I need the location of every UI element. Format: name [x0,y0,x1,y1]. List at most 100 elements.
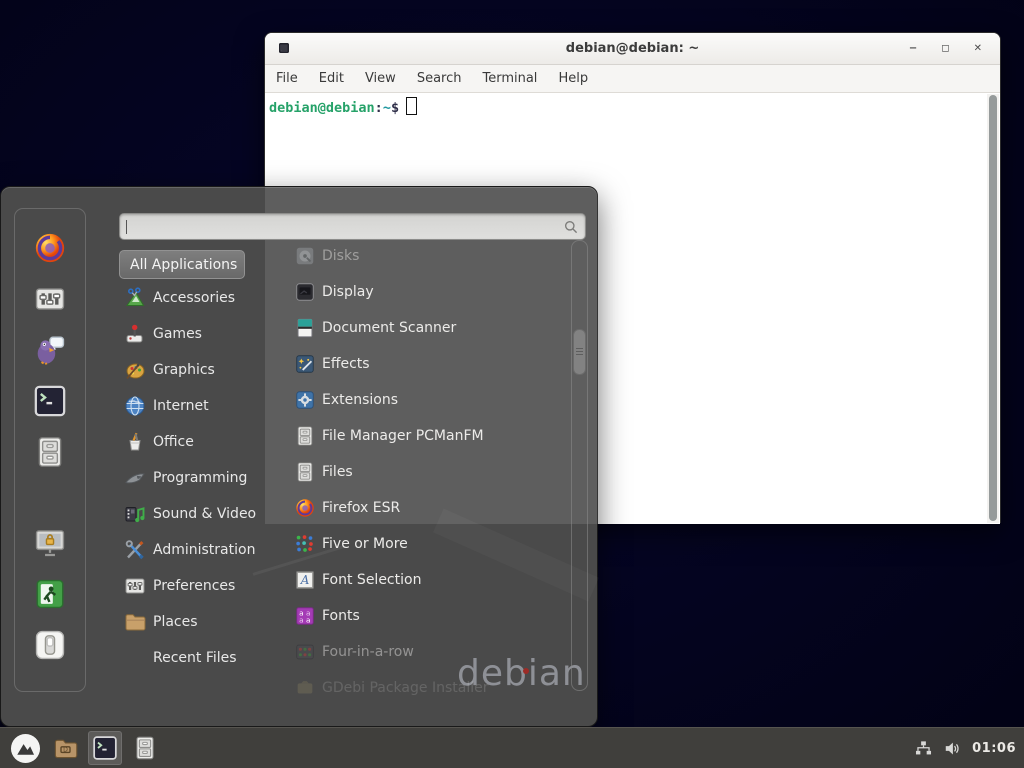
five-or-more-icon [294,533,316,555]
network-icon[interactable] [914,739,933,758]
category-label: Recent Files [153,650,237,666]
app-five-or-more[interactable]: Five or More [282,526,567,562]
app-files[interactable]: Files [282,454,567,490]
screen: debian@debian: ~ − ◻ ✕ File Edit View Se… [0,0,1024,768]
close-icon[interactable]: ✕ [974,44,982,54]
app-extensions[interactable]: Extensions [282,382,567,418]
category-programming[interactable]: Programming [119,460,269,496]
app-label: Fonts [322,608,360,624]
search-input[interactable] [129,219,563,234]
minimize-icon[interactable]: − [909,44,917,54]
category-label: Preferences [153,578,235,594]
favorite-terminal-icon[interactable] [33,384,67,418]
favorite-logout-icon[interactable] [33,577,67,611]
category-administration[interactable]: Administration [119,532,269,568]
app-label: Font Selection [322,572,421,588]
four-in-a-row-icon [294,641,316,663]
effects-icon [294,353,316,375]
clock[interactable]: 01:06 [972,741,1016,756]
desktop-folder-launcher[interactable]: D [48,731,82,765]
app-disks[interactable]: Disks [282,238,567,274]
category-label: Internet [153,398,209,414]
category-graphics[interactable]: Graphics [119,352,269,388]
menu-help[interactable]: Help [558,71,588,86]
app-firefox-esr[interactable]: Firefox ESR [282,490,567,526]
gdebi-icon [294,677,316,699]
places-icon [123,610,147,634]
app-label: Effects [322,356,370,372]
terminal-cursor [406,97,417,115]
category-list: All Applications Accessories [119,250,269,676]
terminal-icon [92,735,118,761]
preferences-icon [123,574,147,598]
favorite-settings-icon[interactable] [33,282,67,316]
category-label: Office [153,434,194,450]
app-fonts[interactable]: a a a a Fonts [282,598,567,634]
prompt-path: ~ [383,100,391,116]
category-label: All Applications [130,257,237,273]
category-sound-video[interactable]: Sound & Video [119,496,269,532]
menu-file[interactable]: File [276,71,298,86]
favorite-files-icon[interactable] [33,435,67,469]
games-icon [123,322,147,346]
application-list: Disks Display Do [282,238,567,706]
app-font-selection[interactable]: A Font Selection [282,562,567,598]
category-preferences[interactable]: Preferences [119,568,269,604]
menu-edit[interactable]: Edit [319,71,344,86]
menu-button[interactable] [8,731,42,765]
svg-text:D: D [63,746,68,753]
volume-icon[interactable] [943,739,962,758]
app-four-in-a-row[interactable]: Four-in-a-row [282,634,567,670]
svg-text:a: a [306,615,311,624]
app-gdebi-package-installer[interactable]: GDebi Package Installer [282,670,567,706]
extensions-icon [294,389,316,411]
files-launcher[interactable] [128,731,162,765]
window-controls: − ◻ ✕ [909,33,982,64]
category-label: Programming [153,470,247,486]
terminal-titlebar[interactable]: debian@debian: ~ − ◻ ✕ [265,33,1000,65]
menu-view[interactable]: View [365,71,396,86]
menu-scrollbar-thumb[interactable] [573,329,586,375]
category-label: Accessories [153,290,235,306]
terminal-scrollbar-thumb[interactable] [989,95,997,521]
app-file-manager-pcmanfm[interactable]: File Manager PCManFM [282,418,567,454]
category-internet[interactable]: Internet [119,388,269,424]
menu-terminal[interactable]: Terminal [482,71,537,86]
category-office[interactable]: Office [119,424,269,460]
category-accessories[interactable]: Accessories [119,280,269,316]
terminal-window-button[interactable] [88,731,122,765]
maximize-icon[interactable]: ◻ [941,44,949,54]
app-label: Extensions [322,392,398,408]
category-label: Places [153,614,198,630]
menu-search[interactable]: Search [417,71,462,86]
display-icon [294,281,316,303]
favorite-lock-screen-icon[interactable] [33,526,67,560]
fonts-icon: a a a a [294,605,316,627]
menu-scrollbar[interactable] [571,240,588,691]
app-label: Firefox ESR [322,500,400,516]
category-label: Games [153,326,202,342]
recent-files-spacer [123,646,147,670]
app-effects[interactable]: Effects [282,346,567,382]
office-icon [123,430,147,454]
shell-prompt: debian@debian:~$ [265,93,1000,116]
category-recent-files[interactable]: Recent Files [119,640,269,676]
favorite-shutdown-icon[interactable] [33,628,67,662]
menu-search-box[interactable] [119,213,586,240]
favorite-pidgin-icon[interactable] [33,333,67,367]
category-label: Sound & Video [153,506,256,522]
category-label: Administration [153,542,255,558]
app-label: Display [322,284,374,300]
category-places[interactable]: Places [119,604,269,640]
font-selection-icon: A [294,569,316,591]
category-all-applications[interactable]: All Applications [119,250,245,279]
accessories-icon [123,286,147,310]
app-display[interactable]: Display [282,274,567,310]
category-games[interactable]: Games [119,316,269,352]
app-document-scanner[interactable]: Document Scanner [282,310,567,346]
favorite-firefox-icon[interactable] [33,231,67,265]
prompt-separator: : [375,100,383,116]
prompt-symbol: $ [391,100,399,116]
terminal-scrollbar[interactable] [987,94,999,523]
file-cabinet-icon [294,461,316,483]
